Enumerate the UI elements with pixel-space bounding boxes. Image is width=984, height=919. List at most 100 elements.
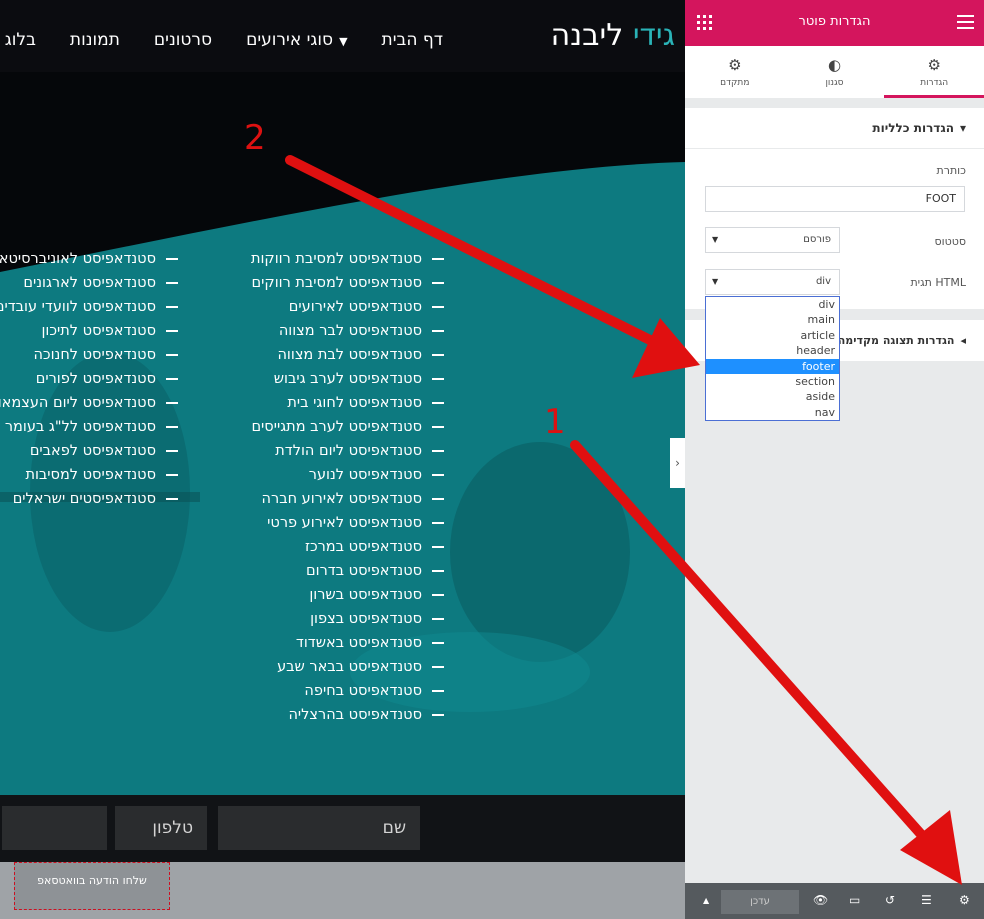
list-item[interactable]: סטנדאפיסט לל"ג בעומר bbox=[0, 415, 178, 439]
list-item[interactable]: סטנדאפיסט לאירוע פרטי bbox=[251, 511, 444, 535]
nav-blog[interactable]: בלוג bbox=[5, 30, 36, 50]
layers-icon[interactable]: ☰ bbox=[921, 893, 932, 907]
caret-down-icon: ▾ bbox=[959, 121, 966, 135]
extra-field[interactable] bbox=[2, 806, 107, 850]
list-item[interactable]: סטנדאפיסט ליום העצמאות bbox=[0, 391, 178, 415]
eye-icon[interactable]: 👁 bbox=[813, 893, 828, 907]
events-list-left: סטנדאפיסט לאוניברסיטאות סטנדאפיסט לארגונ… bbox=[0, 247, 178, 511]
desktop-icon[interactable]: ▭ bbox=[849, 893, 860, 907]
list-item[interactable]: סטנדאפיסט לארגונים bbox=[0, 271, 178, 295]
html-tag-label: תגית HTML bbox=[910, 276, 966, 289]
site-logo[interactable]: גידי ליבנה bbox=[551, 18, 675, 53]
title-input[interactable]: FOOT bbox=[705, 186, 965, 212]
chevron-down-icon: ▼ bbox=[339, 35, 348, 48]
status-select[interactable]: פורסם ▼ bbox=[705, 227, 840, 253]
logo-first-name: גידי bbox=[632, 18, 675, 53]
html-tag-option[interactable]: article bbox=[706, 328, 839, 343]
settings-panel: הגדרות פוטר ⚙ הגדרות ◐ סגנון ⚙ מתקדם ▾הג… bbox=[685, 0, 984, 919]
main-menu: דף הבית סוגי אירועים ▼ סרטונים תמונות בלו… bbox=[5, 30, 443, 50]
list-item[interactable]: סטנדאפיסט למסיבת רווקות bbox=[251, 247, 444, 271]
update-button[interactable]: עדכן bbox=[721, 890, 799, 914]
caret-up-icon[interactable]: ▲ bbox=[703, 896, 709, 905]
list-item[interactable]: סטנדאפיסט ליום הולדת bbox=[251, 439, 444, 463]
history-icon[interactable]: ↺ bbox=[885, 893, 895, 907]
list-item[interactable]: סטנדאפיסט לערב גיבוש bbox=[251, 367, 444, 391]
section-title: ▾הגדרות כלליות bbox=[872, 121, 966, 135]
general-settings-controls: כותרת FOOT סטטוס פורסם ▼ תגית HTML div ▼ bbox=[685, 149, 984, 309]
html-tag-option[interactable]: section bbox=[706, 374, 839, 389]
tab-settings[interactable]: ⚙ הגדרות bbox=[884, 46, 984, 98]
list-item[interactable]: סטנדאפיסט לחנוכה bbox=[0, 343, 178, 367]
list-item[interactable]: סטנדאפיסט לאוניברסיטאות bbox=[0, 247, 178, 271]
whatsapp-send-button[interactable]: שלחו הודעה בוואטסאפ bbox=[14, 862, 170, 910]
panel-title: הגדרות פוטר bbox=[798, 14, 871, 29]
panel-toggle-button[interactable]: › bbox=[670, 438, 685, 488]
gear-icon: ⚙ bbox=[728, 56, 742, 74]
list-item[interactable]: סטנדאפיסט למסיבות bbox=[0, 463, 178, 487]
panel-header: הגדרות פוטר bbox=[685, 0, 984, 46]
tab-advanced-label: מתקדם bbox=[720, 78, 750, 88]
list-item[interactable]: סטנדאפיסט לפורים bbox=[0, 367, 178, 391]
annotation-label-2: 2 bbox=[244, 118, 266, 158]
list-item[interactable]: סטנדאפיסט באשדוד bbox=[251, 631, 444, 655]
html-tag-option[interactable]: header bbox=[706, 343, 839, 358]
chevron-down-icon: ▼ bbox=[712, 277, 719, 286]
list-item[interactable]: סטנדאפיסט במרכז bbox=[251, 535, 444, 559]
title-label: כותרת bbox=[936, 164, 966, 177]
general-settings-section[interactable]: ▾הגדרות כלליות bbox=[685, 108, 984, 148]
send-bar: שלחו הודעה בוואטסאפ bbox=[0, 862, 685, 919]
nav-photos[interactable]: תמונות bbox=[70, 30, 120, 50]
tab-settings-label: הגדרות bbox=[920, 78, 949, 88]
footer-hero-section: סטנדאפיסט למסיבת רווקות סטנדאפיסט למסיבת… bbox=[0, 72, 685, 795]
list-item[interactable]: סטנדאפיסט לנוער bbox=[251, 463, 444, 487]
html-tag-option-selected[interactable]: footer bbox=[706, 358, 839, 374]
nav-home[interactable]: דף הבית bbox=[382, 30, 443, 50]
list-item[interactable]: סטנדאפיסט לבר מצווה bbox=[251, 319, 444, 343]
html-tag-select[interactable]: div ▼ bbox=[705, 269, 840, 295]
list-item[interactable]: סטנדאפיסט בדרום bbox=[251, 559, 444, 583]
html-tag-option[interactable]: nav bbox=[706, 405, 839, 420]
list-item[interactable]: סטנדאפיסט לבת מצווה bbox=[251, 343, 444, 367]
site-preview: גידי ליבנה דף הבית סוגי אירועים ▼ סרטונים… bbox=[0, 0, 685, 919]
list-item[interactable]: סטנדאפיסט לפאבים bbox=[0, 439, 178, 463]
panel-footer: ▲ עדכן 👁 ▭ ↺ ☰ ⚙ bbox=[685, 883, 984, 919]
name-field[interactable]: שם bbox=[218, 806, 420, 850]
list-item[interactable]: סטנדאפיסט לערב מתגייסים bbox=[251, 415, 444, 439]
html-tag-dropdown: div main article header footer section a… bbox=[705, 296, 840, 421]
nav-event-types[interactable]: סוגי אירועים ▼ bbox=[246, 30, 347, 50]
list-item[interactable]: סטנדאפיסט לתיכון bbox=[0, 319, 178, 343]
list-item[interactable]: סטנדאפיסט בבאר שבע bbox=[251, 655, 444, 679]
list-item[interactable]: סטנדאפיסט בצפון bbox=[251, 607, 444, 631]
nav-event-types-label: סוגי אירועים bbox=[246, 30, 334, 50]
gear-icon: ⚙ bbox=[927, 56, 941, 74]
logo-last-name: ליבנה bbox=[550, 18, 624, 53]
site-header: גידי ליבנה דף הבית סוגי אירועים ▼ סרטונים… bbox=[0, 0, 685, 72]
html-tag-option[interactable]: main bbox=[706, 312, 839, 327]
status-label: סטטוס bbox=[934, 235, 966, 248]
list-item[interactable]: סטנדאפיסט בשרון bbox=[251, 583, 444, 607]
html-tag-option[interactable]: aside bbox=[706, 389, 839, 404]
events-list-right: סטנדאפיסט למסיבת רווקות סטנדאפיסט למסיבת… bbox=[251, 247, 444, 727]
section-title: ◂הגדרות תצוגה מקדימה bbox=[837, 334, 966, 347]
html-tag-option[interactable]: div bbox=[706, 297, 839, 312]
tab-style-label: סגנון bbox=[825, 78, 844, 88]
list-item[interactable]: סטנדאפיסט בהרצליה bbox=[251, 703, 444, 727]
list-item[interactable]: סטנדאפיסט למסיבת רווקים bbox=[251, 271, 444, 295]
hamburger-menu-icon[interactable] bbox=[957, 15, 974, 33]
nav-videos[interactable]: סרטונים bbox=[154, 30, 212, 50]
tab-advanced[interactable]: ⚙ מתקדם bbox=[685, 46, 785, 98]
caret-right-icon: ◂ bbox=[960, 334, 966, 347]
list-item[interactable]: סטנדאפיסט בחיפה bbox=[251, 679, 444, 703]
list-item[interactable]: סטנדאפיסט לאירוע חברה bbox=[251, 487, 444, 511]
list-item[interactable]: סטנדאפיסט לאירועים bbox=[251, 295, 444, 319]
panel-tabs: ⚙ הגדרות ◐ סגנון ⚙ מתקדם bbox=[685, 46, 984, 98]
list-item[interactable]: סטנדאפיסט לחוגי בית bbox=[251, 391, 444, 415]
annotation-label-1: 1 bbox=[544, 402, 566, 442]
gear-icon[interactable]: ⚙ bbox=[959, 893, 970, 907]
list-item[interactable]: סטנדאפיסט לוועדי עובדים bbox=[0, 295, 178, 319]
tab-style[interactable]: ◐ סגנון bbox=[785, 46, 885, 98]
contact-form: שם טלפון bbox=[0, 795, 685, 862]
phone-field[interactable]: טלפון bbox=[115, 806, 207, 850]
list-item[interactable]: סטנדאפיסטים ישראלים bbox=[0, 487, 178, 511]
chevron-down-icon: ▼ bbox=[712, 235, 719, 244]
